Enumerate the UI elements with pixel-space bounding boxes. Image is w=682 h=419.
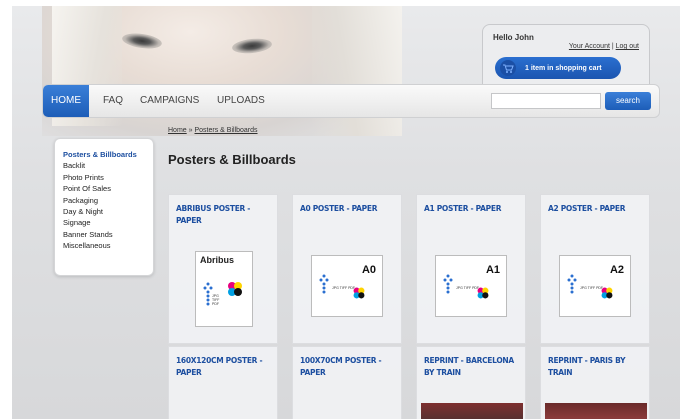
upload-arrow-icon	[443, 274, 453, 294]
sidebar-item-miscellaneous[interactable]: Miscellaneous	[63, 240, 153, 251]
shopping-cart-icon	[500, 60, 516, 76]
search-input[interactable]	[491, 93, 601, 109]
poster-size: A2	[609, 264, 624, 276]
product-card[interactable]: A1 POSTER - PAPER A1 JPG TIFF PDF	[416, 194, 526, 344]
nav-home[interactable]: HOME	[43, 85, 89, 117]
product-card[interactable]: REPRINT - PARIS BY TRAIN	[540, 346, 650, 419]
breadcrumb-home[interactable]: Home	[168, 127, 187, 134]
poster-size: A0	[361, 264, 376, 276]
product-card[interactable]: 100X70CM POSTER - PAPER	[292, 346, 402, 419]
nav-faq[interactable]: FAQ	[103, 85, 123, 117]
product-title[interactable]: 100X70CM POSTER - PAPER	[300, 355, 396, 379]
sidebar-item-packaging[interactable]: Packaging	[63, 195, 153, 206]
sidebar-item-photo-prints[interactable]: Photo Prints	[63, 172, 153, 183]
upload-arrow-icon	[319, 274, 329, 294]
your-account-link[interactable]: Your Account	[569, 43, 610, 50]
account-links: Your Account | Log out	[569, 43, 639, 50]
category-sidebar: Posters & Billboards Backlit Photo Print…	[54, 138, 154, 276]
sidebar-item-backlit[interactable]: Backlit	[63, 160, 153, 171]
poster-brand: Abribus	[200, 255, 235, 265]
cart-label: 1 item in shopping cart	[525, 64, 602, 72]
hero-eye-right	[231, 36, 273, 56]
sidebar-item-posters-billboards[interactable]: Posters & Billboards	[63, 149, 153, 160]
product-photo[interactable]	[421, 403, 523, 419]
poster-formats: JPG TIFF PDF	[212, 294, 220, 306]
breadcrumb-current[interactable]: Posters & Billboards	[195, 127, 258, 134]
poster-thumbnail[interactable]: A0 JPG TIFF PDF	[311, 255, 383, 317]
logout-link[interactable]: Log out	[616, 43, 639, 50]
poster-thumbnail[interactable]: A2 JPG TIFF PDF	[559, 255, 631, 317]
product-title[interactable]: REPRINT - BARCELONA BY TRAIN	[424, 355, 520, 379]
product-photo[interactable]	[545, 403, 647, 419]
product-card[interactable]: REPRINT - BARCELONA BY TRAIN	[416, 346, 526, 419]
page: Hello John Your Account | Log out 1 item…	[12, 6, 680, 419]
product-title[interactable]: REPRINT - PARIS BY TRAIN	[548, 355, 644, 379]
product-card[interactable]: ABRIBUS POSTER - PAPER Abribus JPG TIFF …	[168, 194, 278, 344]
breadcrumb-separator: »	[188, 127, 193, 134]
poster-thumbnail[interactable]: A1 JPG TIFF PDF	[435, 255, 507, 317]
upload-arrow-icon	[567, 274, 577, 294]
product-card[interactable]: 160X120CM POSTER - PAPER	[168, 346, 278, 419]
product-card[interactable]: A0 POSTER - PAPER A0 JPG TIFF PDF	[292, 194, 402, 344]
hero-eye-left	[121, 31, 163, 51]
poster-formats: JPG TIFF PDF	[456, 286, 480, 290]
shopping-cart-button[interactable]: 1 item in shopping cart	[495, 57, 621, 79]
product-title[interactable]: A0 POSTER - PAPER	[300, 203, 396, 215]
cmyk-icon	[228, 282, 242, 296]
product-card[interactable]: A2 POSTER - PAPER A2 JPG TIFF PDF	[540, 194, 650, 344]
sidebar-item-banner-stands[interactable]: Banner Stands	[63, 229, 153, 240]
search-button[interactable]: search	[605, 92, 651, 110]
sidebar-item-signage[interactable]: Signage	[63, 217, 153, 228]
greeting: Hello John	[493, 33, 534, 42]
poster-size: A1	[485, 264, 500, 276]
nav-uploads[interactable]: UPLOADS	[217, 85, 265, 117]
account-links-separator: |	[611, 43, 614, 50]
nav-campaigns[interactable]: CAMPAIGNS	[140, 85, 199, 117]
page-title: Posters & Billboards	[168, 152, 296, 167]
breadcrumb: Home » Posters & Billboards	[168, 127, 258, 134]
poster-formats: JPG TIFF PDF	[580, 286, 604, 290]
sidebar-item-day-night[interactable]: Day & Night	[63, 206, 153, 217]
sidebar-item-point-of-sales[interactable]: Point Of Sales	[63, 183, 153, 194]
product-title[interactable]: A2 POSTER - PAPER	[548, 203, 644, 215]
poster-formats: JPG TIFF PDF	[332, 286, 356, 290]
product-title[interactable]: A1 POSTER - PAPER	[424, 203, 520, 215]
main-nav: HOME FAQ CAMPAIGNS UPLOADS search	[42, 84, 660, 118]
product-title[interactable]: ABRIBUS POSTER - PAPER	[176, 203, 272, 227]
product-title[interactable]: 160X120CM POSTER - PAPER	[176, 355, 272, 379]
poster-thumbnail[interactable]: Abribus JPG TIFF PDF	[195, 251, 253, 327]
